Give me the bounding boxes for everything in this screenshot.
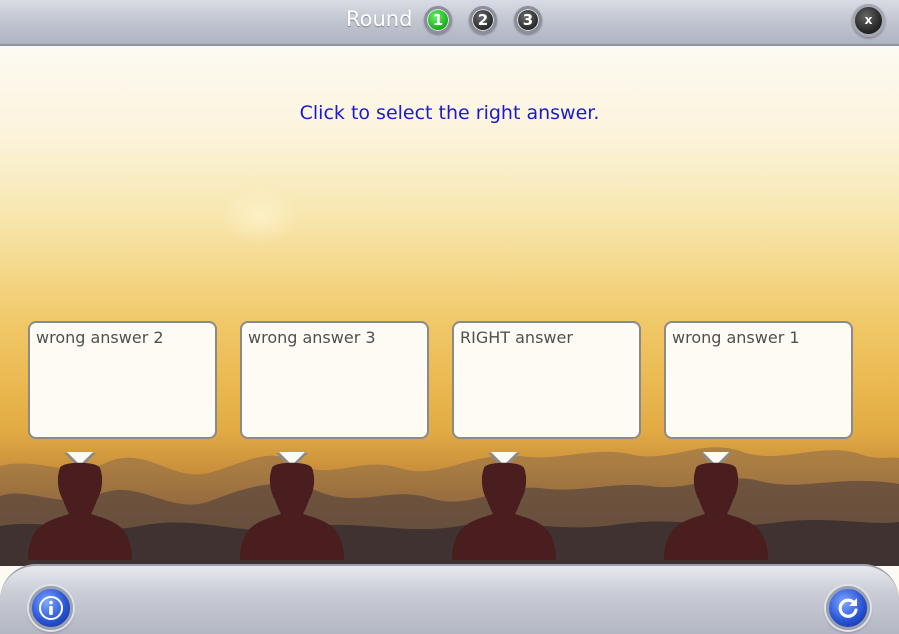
person-silhouette-4 bbox=[664, 462, 768, 560]
person-silhouette-3 bbox=[452, 462, 556, 560]
round-1-button[interactable]: 1 bbox=[424, 6, 452, 34]
answer-text: RIGHT answer bbox=[460, 328, 573, 347]
bottom-bar bbox=[0, 564, 899, 634]
answer-bubble-2[interactable]: wrong answer 3 bbox=[240, 321, 429, 469]
answer-bubble-3[interactable]: RIGHT answer bbox=[452, 321, 641, 469]
person-silhouette-1 bbox=[28, 462, 132, 560]
answer-text: wrong answer 1 bbox=[672, 328, 800, 347]
info-icon bbox=[39, 596, 63, 620]
restart-button[interactable] bbox=[826, 586, 870, 630]
instruction-text: Click to select the right answer. bbox=[299, 102, 600, 124]
info-button[interactable] bbox=[29, 586, 73, 630]
game-window: Round 1 2 3 x Click to select the right … bbox=[0, 0, 899, 634]
top-bar: Round 1 2 3 x bbox=[0, 0, 899, 46]
person-silhouette-2 bbox=[240, 462, 344, 560]
round-2-button[interactable]: 2 bbox=[469, 6, 497, 34]
answer-text: wrong answer 2 bbox=[36, 328, 164, 347]
restart-icon bbox=[838, 598, 858, 618]
answer-bubble-1[interactable]: wrong answer 2 bbox=[28, 321, 217, 469]
close-button[interactable]: x bbox=[852, 4, 885, 37]
round-3-button[interactable]: 3 bbox=[514, 6, 542, 34]
answer-bubble-4[interactable]: wrong answer 1 bbox=[664, 321, 853, 469]
round-label: Round bbox=[346, 7, 413, 31]
sun-glow bbox=[220, 186, 300, 246]
answer-text: wrong answer 3 bbox=[248, 328, 376, 347]
